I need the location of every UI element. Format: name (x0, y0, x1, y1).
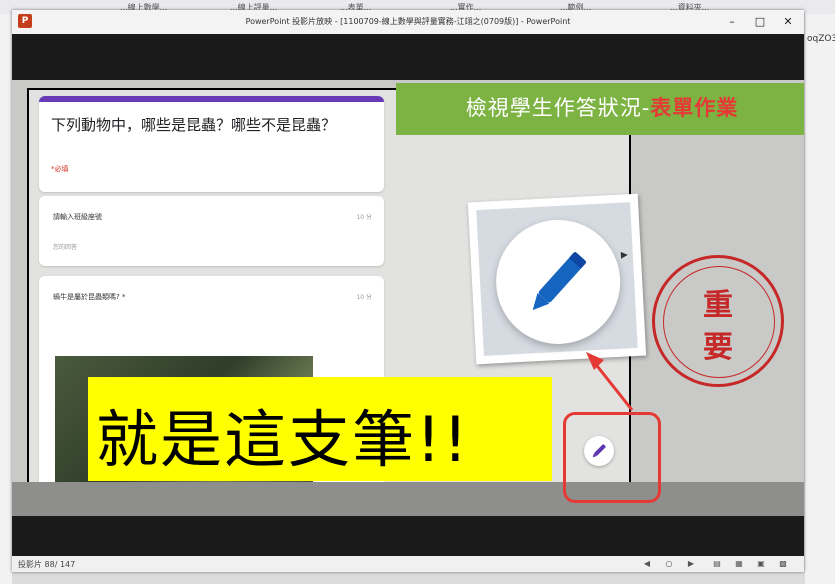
slide-bottom-band (12, 482, 804, 516)
question-label: 請輸入班級座號 (53, 213, 102, 221)
points-label: 10 分 (356, 294, 372, 301)
background-url-fragment: oqZO3 (807, 34, 835, 44)
menu-icon[interactable]: ○ (664, 559, 674, 569)
required-label: *必填 (51, 165, 69, 173)
prev-icon[interactable]: ◀ (642, 559, 652, 569)
stamp-char: 要 (703, 330, 733, 365)
slide-canvas[interactable]: 下列動物中，哪些是昆蟲？哪些不是昆蟲？ *必填 請輸入班級座號 10 分 您的回… (12, 80, 804, 516)
important-stamp: 重 要 (652, 255, 784, 387)
banner-text: 檢視學生作答狀況-表單作業 (396, 92, 804, 122)
title-bar: P PowerPoint 投影片放映 - [1100709-線上數學與評量實務-… (12, 10, 804, 34)
background-page-left (0, 14, 12, 584)
highlight-box (563, 412, 661, 503)
maximize-icon[interactable]: □ (748, 12, 772, 32)
banner-main-text: 檢視學生作答狀況- (465, 96, 651, 120)
sorter-view-icon[interactable]: ▦ (734, 559, 744, 569)
points-label: 10 分 (356, 214, 372, 221)
minimize-icon[interactable]: – (720, 12, 744, 32)
slideshow-icon[interactable]: ▩ (778, 559, 788, 569)
question-title: 下列動物中，哪些是昆蟲？哪些不是昆蟲？ (51, 116, 337, 134)
callout-banner: 就是這支筆!! (88, 377, 552, 481)
zoomed-edit-button (492, 216, 624, 348)
question-label: 蝸牛是屬於昆蟲類嗎? * (53, 293, 126, 301)
cursor-icon: ▶ (620, 250, 629, 261)
pencil-icon (532, 252, 587, 311)
callout-arrow (586, 352, 634, 411)
form-question-card: 下列動物中，哪些是昆蟲？哪些不是昆蟲？ *必填 (39, 96, 384, 192)
callout-text: 就是這支筆!! (96, 403, 470, 476)
next-icon[interactable]: ▶ (686, 559, 696, 569)
zoomed-pencil-callout: ▶ (467, 193, 647, 365)
zoomed-background: ▶ (476, 202, 638, 356)
powerpoint-window: P PowerPoint 投影片放映 - [1100709-線上數學與評量實務-… (12, 10, 804, 572)
window-title: PowerPoint 投影片放映 - [1100709-線上數學與評量實務-江翊… (245, 17, 571, 26)
form-class-seat-card: 請輸入班級座號 10 分 您的回答 (39, 196, 384, 266)
normal-view-icon[interactable]: ▤ (712, 559, 722, 569)
slide-counter: 投影片 88/ 147 (18, 560, 76, 569)
close-icon[interactable]: ✕ (776, 12, 800, 32)
banner-highlight-text: 表單作業 (650, 96, 739, 120)
stamp-char: 重 (703, 288, 733, 323)
background-page-right: oqZO3 (805, 14, 835, 584)
reading-view-icon[interactable]: ▣ (756, 559, 766, 569)
answer-placeholder: 您的回答 (53, 244, 78, 251)
status-bar: 投影片 88/ 147 ◀ ○ ▶ ▤ ▦ ▣ ▩ (12, 556, 804, 572)
title-banner: 檢視學生作答狀況-表單作業 (396, 83, 804, 135)
